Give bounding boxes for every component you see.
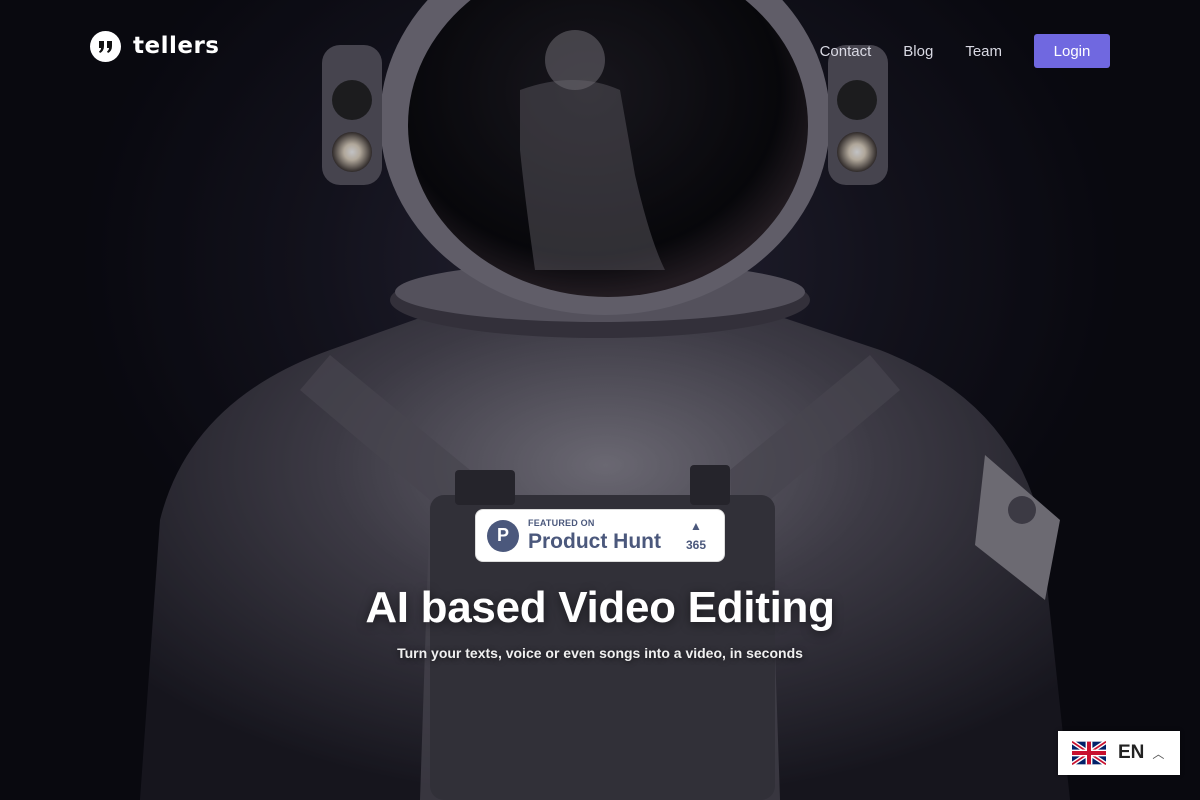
product-hunt-logo-icon: P: [487, 519, 519, 552]
nav-links: Contact Blog Team Login: [820, 34, 1110, 68]
login-button[interactable]: Login: [1034, 34, 1110, 68]
hero-section: tellers Contact Blog Team Login P FEATUR…: [0, 0, 1200, 800]
quote-logo-icon: [90, 30, 121, 62]
badge-featured-label: FEATURED ON: [528, 518, 595, 528]
brand-name: tellers: [133, 33, 220, 59]
badge-votes: ▲ 365: [686, 519, 706, 552]
uk-flag-icon: [1072, 741, 1106, 765]
language-switcher[interactable]: EN ︿: [1058, 731, 1180, 775]
upvote-arrow-icon: ▲: [690, 519, 702, 533]
badge-name: Product Hunt: [528, 530, 661, 553]
astronaut-background-image: [0, 0, 1200, 800]
hero-title: AI based Video Editing: [365, 583, 835, 632]
top-navigation: tellers Contact Blog Team Login: [0, 0, 1200, 90]
chevron-up-icon: ︿: [1152, 746, 1165, 761]
nav-link-contact[interactable]: Contact: [820, 43, 872, 60]
language-code: EN: [1118, 742, 1145, 763]
badge-vote-count: 365: [685, 538, 706, 552]
hero-subtitle: Turn your texts, voice or even songs int…: [397, 645, 803, 661]
product-hunt-badge[interactable]: P FEATURED ON Product Hunt ▲ 365: [475, 509, 725, 562]
brand-logo[interactable]: tellers: [90, 30, 220, 62]
nav-link-blog[interactable]: Blog: [903, 43, 933, 60]
nav-link-team[interactable]: Team: [965, 43, 1002, 60]
